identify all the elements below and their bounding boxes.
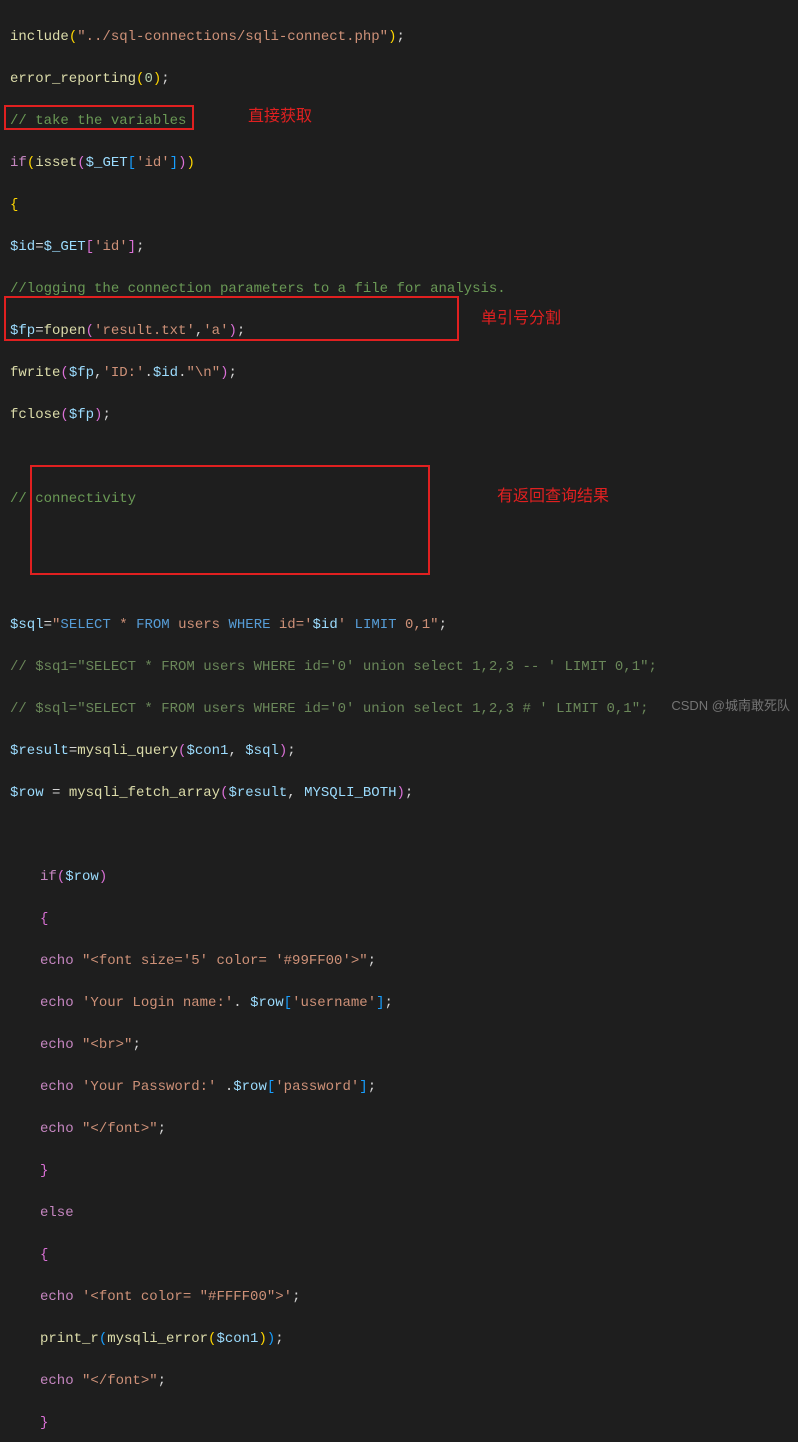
code-line: echo "</font>";: [10, 1119, 788, 1140]
code-line: [10, 825, 788, 846]
code-line: [10, 573, 788, 594]
code-line: [10, 531, 788, 552]
code-editor: include("../sql-connections/sqli-connect…: [0, 0, 798, 1442]
code-line: $row = mysqli_fetch_array($result, MYSQL…: [10, 783, 788, 804]
code-line: $id=$_GET['id'];: [10, 237, 788, 258]
code-line: echo '<font color= "#FFFF00">';: [10, 1287, 788, 1308]
code-line: error_reporting(0);: [10, 69, 788, 90]
code-line: //logging the connection parameters to a…: [10, 279, 788, 300]
code-line: echo "<br>";: [10, 1035, 788, 1056]
watermark-label: CSDN @城南敢死队: [671, 696, 790, 716]
code-line: [10, 447, 788, 468]
code-line: if(isset($_GET['id'])): [10, 153, 788, 174]
code-line: {: [10, 195, 788, 216]
code-line: echo 'Your Login name:'. $row['username'…: [10, 993, 788, 1014]
code-line: fwrite($fp,'ID:'.$id."\n");: [10, 363, 788, 384]
code-line: {: [10, 909, 788, 930]
code-line: echo "<font size='5' color= '#99FF00'>";: [10, 951, 788, 972]
code-line: echo 'Your Password:' .$row['password'];: [10, 1077, 788, 1098]
code-line: }: [10, 1161, 788, 1182]
code-line: else: [10, 1203, 788, 1224]
code-line: print_r(mysqli_error($con1));: [10, 1329, 788, 1350]
code-line: $sql="SELECT * FROM users WHERE id='$id'…: [10, 615, 788, 636]
code-line: if($row): [10, 867, 788, 888]
code-line: echo "</font>";: [10, 1371, 788, 1392]
code-line: }: [10, 1413, 788, 1434]
code-line: $result=mysqli_query($con1, $sql);: [10, 741, 788, 762]
code-line: $fp=fopen('result.txt','a');: [10, 321, 788, 342]
code-line: // connectivity: [10, 489, 788, 510]
code-line: // $sq1="SELECT * FROM users WHERE id='0…: [10, 657, 788, 678]
code-line: include("../sql-connections/sqli-connect…: [10, 27, 788, 48]
code-line: // take the variables: [10, 111, 788, 132]
code-line: fclose($fp);: [10, 405, 788, 426]
code-line: {: [10, 1245, 788, 1266]
